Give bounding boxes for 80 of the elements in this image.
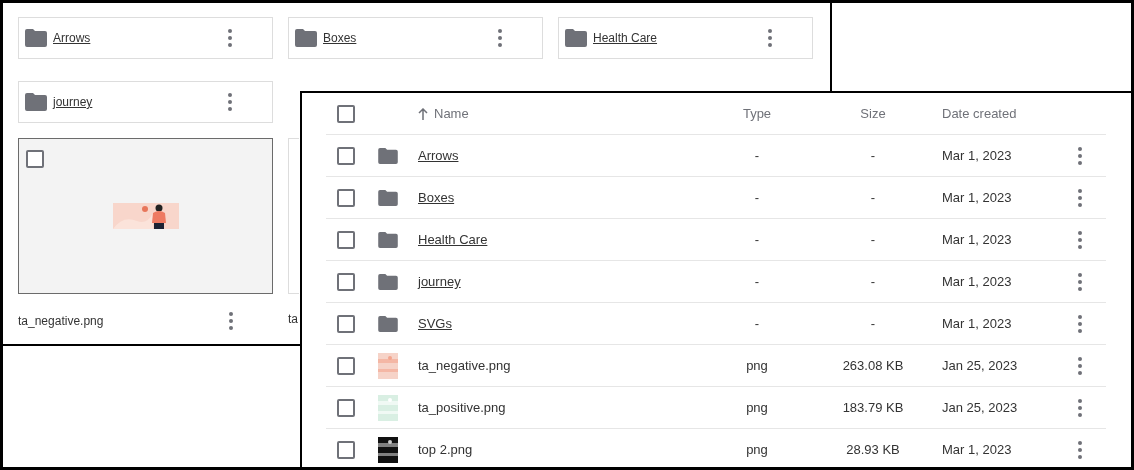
folder-card[interactable]: Health Care [558, 17, 813, 59]
checkbox[interactable] [337, 398, 355, 417]
size-cell: 183.79 KB [842, 400, 904, 415]
select-all-checkbox[interactable] [337, 104, 355, 123]
date-cell: Mar 1, 2023 [942, 232, 1012, 247]
folder-link[interactable]: Arrows [418, 148, 459, 163]
more-icon[interactable] [1078, 272, 1082, 291]
folder-icon [378, 147, 398, 164]
file-name[interactable]: ta_negative.png [418, 358, 511, 373]
type-cell: - [754, 274, 760, 289]
checkbox[interactable] [337, 356, 355, 375]
folder-link[interactable]: Boxes [323, 31, 357, 45]
date-cell: Jan 25, 2023 [942, 358, 1018, 373]
file-name[interactable]: top 2.png [418, 442, 473, 457]
file-name: ta_negative.png [18, 314, 104, 328]
checkbox[interactable] [337, 440, 355, 459]
date-cell: Mar 1, 2023 [942, 274, 1012, 289]
folder-card[interactable]: Boxes [288, 17, 543, 59]
column-header[interactable]: Size [860, 106, 886, 121]
type-cell: png [746, 400, 768, 415]
folder-icon [295, 29, 317, 47]
file-name[interactable]: ta_positive.png [418, 400, 506, 415]
more-icon[interactable] [228, 93, 232, 111]
checkbox[interactable] [337, 230, 355, 249]
sort-arrow-icon[interactable] [418, 107, 428, 120]
checkbox[interactable] [337, 272, 355, 291]
folder-link[interactable]: Health Care [593, 31, 658, 45]
folder-card[interactable]: journey [18, 81, 273, 123]
more-icon[interactable] [1078, 146, 1082, 165]
checkbox[interactable] [337, 314, 355, 333]
date-cell: Mar 1, 2023 [942, 190, 1012, 205]
more-icon[interactable] [498, 29, 502, 47]
size-cell: - [870, 232, 876, 247]
type-cell: png [746, 442, 768, 457]
more-icon[interactable] [1078, 440, 1082, 459]
folder-icon [25, 93, 47, 111]
date-cell: Mar 1, 2023 [942, 316, 1012, 331]
date-cell: Mar 1, 2023 [942, 442, 1012, 457]
folder-card[interactable]: Arrows [18, 17, 273, 59]
column-header[interactable]: Date created [942, 106, 1017, 121]
more-icon[interactable] [1078, 356, 1082, 375]
folder-icon [378, 231, 398, 248]
folder-icon [25, 29, 47, 47]
size-cell: - [870, 274, 876, 289]
size-cell: 28.93 KB [846, 442, 900, 457]
folder-icon [378, 189, 398, 206]
more-icon[interactable] [1078, 314, 1082, 333]
column-header[interactable]: Type [742, 106, 772, 121]
folder-link[interactable]: SVGs [418, 316, 452, 331]
date-cell: Jan 25, 2023 [942, 400, 1018, 415]
type-cell: - [754, 316, 760, 331]
image-preview-card[interactable] [18, 138, 273, 294]
folder-link[interactable]: Arrows [53, 31, 91, 45]
type-cell: - [754, 232, 760, 247]
checkbox[interactable] [337, 188, 355, 207]
folder-link[interactable]: Boxes [418, 190, 455, 205]
type-cell: png [746, 358, 768, 373]
more-icon[interactable] [1078, 398, 1082, 417]
checkbox[interactable] [26, 150, 44, 168]
more-icon[interactable] [768, 29, 772, 47]
more-icon[interactable] [1078, 230, 1082, 249]
folder-link[interactable]: journey [53, 95, 93, 109]
folder-link[interactable]: Health Care [418, 232, 488, 247]
date-cell: Mar 1, 2023 [942, 148, 1012, 163]
size-cell: - [870, 190, 876, 205]
folder-link[interactable]: journey [418, 274, 461, 289]
size-cell: - [870, 316, 876, 331]
file-name: ta [288, 312, 298, 326]
size-cell: - [870, 148, 876, 163]
folder-icon [565, 29, 587, 47]
more-icon[interactable] [229, 312, 233, 330]
more-icon[interactable] [1078, 188, 1082, 207]
size-cell: 263.08 KB [842, 358, 904, 373]
column-header[interactable]: Name [434, 106, 469, 121]
more-icon[interactable] [228, 29, 232, 47]
folder-icon [378, 273, 398, 290]
folder-icon [378, 315, 398, 332]
type-cell: - [754, 190, 760, 205]
checkbox[interactable] [337, 146, 355, 165]
type-cell: - [754, 148, 760, 163]
